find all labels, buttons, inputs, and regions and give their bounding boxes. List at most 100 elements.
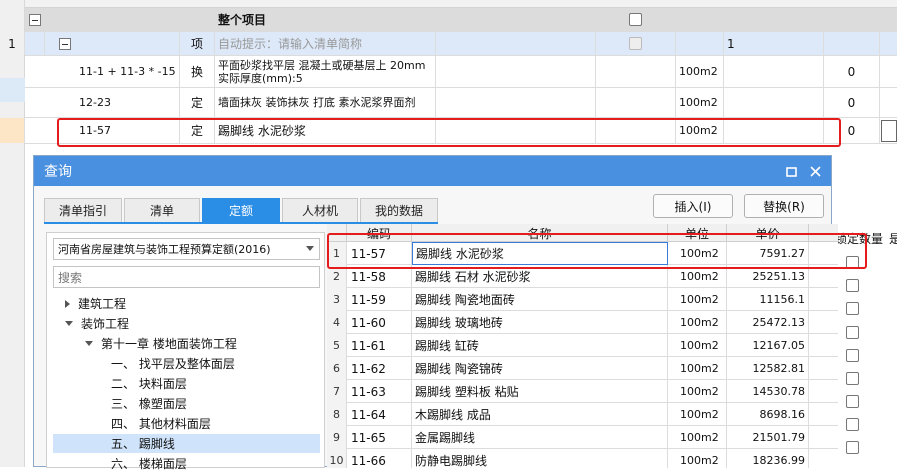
lock-checkbox[interactable] bbox=[846, 418, 859, 431]
quota-row[interactable]: 2 11-58 踢脚线 石材 水泥砂浆 100m2 25251.13 bbox=[327, 265, 838, 288]
table-row[interactable]: 11-1 + 11-3 * -15 换 平面砂浆找平层 混凝土或硬基层上 20m… bbox=[25, 56, 897, 88]
maximize-icon[interactable] bbox=[783, 163, 799, 179]
tree-label: 二、 块料面层 bbox=[111, 377, 187, 391]
table-row[interactable]: 1 项 自动提示：请输入清单简称 1 bbox=[0, 32, 897, 56]
row-unit: 100m2 bbox=[668, 265, 727, 288]
tab-bill-guide[interactable]: 清单指引 bbox=[44, 198, 122, 222]
quota-table: 编码 名称 单位 单价 1 11-57 踢脚线 水泥砂浆 100m2 7591.27 2 1… bbox=[327, 224, 838, 468]
tab-bill[interactable]: 清单 bbox=[124, 198, 200, 222]
chevron-down-icon[interactable] bbox=[306, 246, 314, 251]
search-input[interactable]: 搜索 bbox=[53, 266, 320, 288]
row-extra: 0 bbox=[824, 88, 880, 117]
row-number: 2 bbox=[327, 265, 347, 288]
right-panel: 锁定数量 是 bbox=[832, 218, 897, 467]
row-code: 11-59 bbox=[347, 288, 412, 311]
row-index: 1 bbox=[0, 32, 25, 55]
quota-row[interactable]: 8 11-64 木踢脚线 成品 100m2 8698.16 bbox=[327, 403, 838, 426]
quota-row[interactable]: 1 11-57 踢脚线 水泥砂浆 100m2 7591.27 bbox=[327, 242, 838, 265]
row-name[interactable]: 踢脚线 水泥砂浆 bbox=[412, 242, 668, 265]
row-code: 11-58 bbox=[347, 265, 412, 288]
quota-library-select[interactable]: 河南省房屋建筑与装饰工程预算定额(2016) bbox=[53, 238, 320, 260]
row-name: 踢脚线 塑料板 粘贴 bbox=[412, 380, 668, 403]
lock-checkbox[interactable] bbox=[846, 441, 859, 454]
lock-checkbox[interactable] bbox=[846, 372, 859, 385]
row-unit: 100m2 bbox=[668, 449, 727, 468]
lock-checkbox[interactable] bbox=[846, 349, 859, 362]
row-code: 11-63 bbox=[347, 380, 412, 403]
quota-row[interactable]: 4 11-60 踢脚线 玻璃地砖 100m2 25472.13 bbox=[327, 311, 838, 334]
row-number: 4 bbox=[327, 311, 347, 334]
quota-tree-panel: 河南省房屋建筑与装饰工程预算定额(2016) 搜索 建筑工程 装饰工程 第十一章… bbox=[46, 232, 325, 471]
tree-node[interactable]: 建筑工程 bbox=[65, 294, 126, 313]
tree-node[interactable]: 二、 块料面层 bbox=[111, 374, 187, 393]
cell-editor[interactable] bbox=[881, 120, 897, 142]
expand-icon[interactable] bbox=[65, 299, 70, 308]
quota-row[interactable]: 9 11-65 金属踢脚线 100m2 21501.79 bbox=[327, 426, 838, 449]
quota-row[interactable]: 6 11-62 踢脚线 陶瓷锦砖 100m2 12582.81 bbox=[327, 357, 838, 380]
lock-checkbox[interactable] bbox=[846, 256, 859, 269]
header-name[interactable]: 名称 bbox=[412, 224, 668, 242]
header-price[interactable]: 单价 bbox=[727, 224, 809, 242]
row-number: 1 bbox=[327, 242, 347, 265]
quota-row[interactable]: 3 11-59 踢脚线 陶瓷地面砖 100m2 11156.1 bbox=[327, 288, 838, 311]
table-row[interactable]: 整个项目 bbox=[25, 8, 897, 32]
quota-library-value: 河南省房屋建筑与装饰工程预算定额(2016) bbox=[58, 243, 271, 256]
row-name: 金属踢脚线 bbox=[412, 426, 668, 449]
table-row[interactable]: 11-57 定 踢脚线 水泥砂浆 100m2 0 bbox=[0, 118, 897, 144]
row-code: 11-61 bbox=[347, 334, 412, 357]
row-name: 踢脚线 石材 水泥砂浆 bbox=[412, 265, 668, 288]
header-unit[interactable]: 单位 bbox=[668, 224, 727, 242]
lock-checkbox[interactable] bbox=[846, 395, 859, 408]
tab-my-data[interactable]: 我的数据 bbox=[360, 198, 438, 222]
row-type: 项 bbox=[180, 32, 215, 55]
collapse-icon[interactable] bbox=[28, 13, 41, 26]
row-code: 11-60 bbox=[347, 311, 412, 334]
right-header-suffix: 是 bbox=[889, 231, 897, 246]
row-price: 25472.13 bbox=[727, 311, 809, 334]
quota-row[interactable]: 10 11-66 防静电踢脚线 100m2 18236.99 bbox=[327, 449, 838, 468]
row-number: 6 bbox=[327, 357, 347, 380]
checkbox[interactable] bbox=[629, 37, 642, 50]
tree-node[interactable]: 第十一章 楼地面装饰工程 bbox=[85, 334, 237, 353]
row-price: 8698.16 bbox=[727, 403, 809, 426]
replace-button[interactable]: 替换(R) bbox=[744, 194, 824, 218]
tree-node[interactable]: 装饰工程 bbox=[65, 314, 129, 333]
header-code[interactable]: 编码 bbox=[347, 224, 412, 242]
dialog-titlebar[interactable]: 查询 bbox=[34, 156, 831, 186]
row-number: 8 bbox=[327, 403, 347, 426]
row-price: 12582.81 bbox=[727, 357, 809, 380]
collapse-icon[interactable] bbox=[59, 37, 71, 50]
tree-node[interactable]: 三、 橡塑面层 bbox=[111, 394, 187, 413]
row-name: 踢脚线 水泥砂浆 bbox=[215, 118, 436, 143]
tree-node[interactable]: 四、 其他材料面层 bbox=[111, 414, 211, 433]
table-row[interactable]: 12-23 定 墙面抹灰 装饰抹灰 打底 素水泥浆界面剂 100m2 0 bbox=[25, 88, 897, 118]
close-icon[interactable] bbox=[807, 163, 823, 179]
checkbox[interactable] bbox=[629, 13, 642, 26]
tree-node[interactable]: 一、 找平层及整体面层 bbox=[111, 354, 235, 373]
tree-node-selected[interactable]: 五、 踢脚线 bbox=[53, 434, 320, 453]
quota-row[interactable]: 7 11-63 踢脚线 塑料板 粘贴 100m2 14530.78 bbox=[327, 380, 838, 403]
tab-labor-material[interactable]: 人材机 bbox=[282, 198, 358, 222]
lock-checkbox[interactable] bbox=[846, 279, 859, 292]
quota-table-header: 编码 名称 单位 单价 bbox=[327, 224, 838, 242]
row-name[interactable]: 自动提示：请输入清单简称 bbox=[215, 32, 436, 55]
lock-checkbox[interactable] bbox=[846, 326, 859, 339]
tab-quota[interactable]: 定额 bbox=[202, 198, 280, 222]
insert-button[interactable]: 插入(I) bbox=[653, 194, 733, 218]
tree-label: 第十一章 楼地面装饰工程 bbox=[101, 337, 237, 351]
search-placeholder: 搜索 bbox=[58, 270, 83, 285]
row-unit: 100m2 bbox=[668, 426, 727, 449]
row-price: 7591.27 bbox=[727, 242, 809, 265]
collapse-icon[interactable] bbox=[65, 321, 73, 326]
row-price: 18236.99 bbox=[727, 449, 809, 468]
row-name: 踢脚线 陶瓷地面砖 bbox=[412, 288, 668, 311]
lock-checkbox[interactable] bbox=[846, 302, 859, 315]
row-unit: 100m2 bbox=[676, 56, 724, 87]
collapse-icon[interactable] bbox=[85, 341, 93, 346]
dialog-title: 查询 bbox=[44, 164, 72, 180]
row-unit: 100m2 bbox=[668, 403, 727, 426]
row-unit: 100m2 bbox=[668, 334, 727, 357]
quota-row[interactable]: 5 11-61 踢脚线 缸砖 100m2 12167.05 bbox=[327, 334, 838, 357]
tree-node[interactable]: 六、 楼梯面层 bbox=[111, 454, 187, 473]
project-table: 整个项目 1 项 自动提示：请输入清单简称 1 11-1 + 11-3 * -1… bbox=[0, 0, 897, 155]
